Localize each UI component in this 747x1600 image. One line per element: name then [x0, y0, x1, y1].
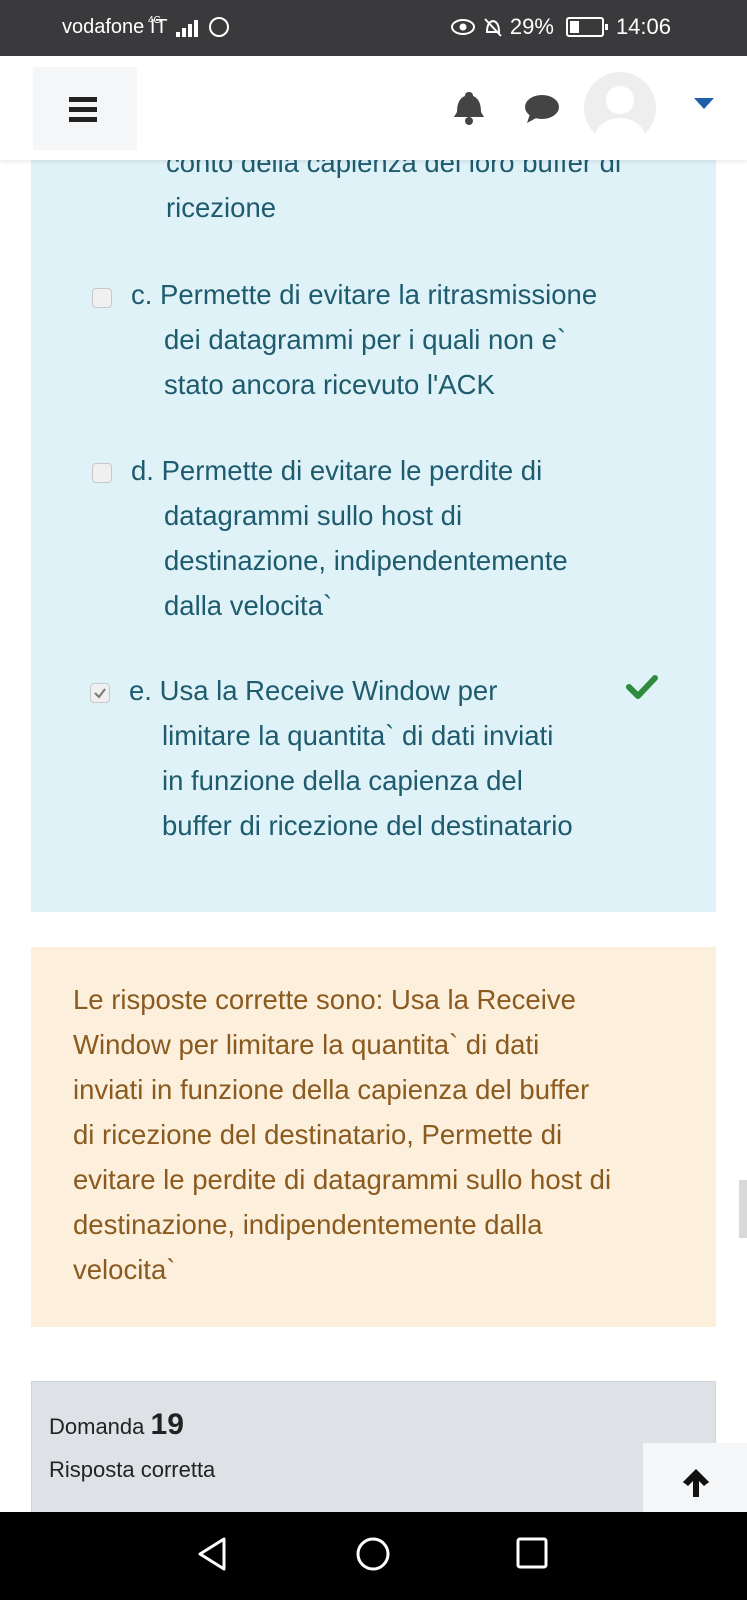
question-number-label: Domanda 19 [49, 1408, 184, 1441]
clock: 14:06 [615, 14, 671, 39]
option-c-checkbox[interactable] [92, 288, 112, 308]
chat-icon[interactable] [524, 94, 560, 124]
recents-icon[interactable] [515, 1536, 549, 1570]
user-avatar-icon[interactable] [584, 72, 656, 144]
battery-percent: 29% [509, 14, 554, 39]
correct-answer-feedback: Le risposte corrette sono: Usa la Receiv… [31, 947, 716, 1327]
answer-options-panel: conto della capienza del loro buffer di … [31, 147, 716, 912]
app-header [0, 56, 747, 160]
question-info-card: Domanda 19 Risposta corretta [31, 1381, 716, 1523]
question-status: Risposta corretta [49, 1457, 216, 1482]
back-to-top-button[interactable] [643, 1443, 747, 1521]
dropdown-caret-icon[interactable] [694, 98, 714, 110]
signal-icon [176, 20, 198, 37]
arrow-up-icon [683, 1469, 709, 1497]
home-icon[interactable] [355, 1536, 391, 1572]
bell-icon[interactable] [452, 90, 486, 126]
option-letter: d. [131, 455, 154, 486]
back-icon[interactable] [196, 1536, 228, 1572]
question-number: 19 [150, 1408, 184, 1441]
option-e-checkbox[interactable] [90, 683, 110, 703]
option-c[interactable]: c. Permette di evitare la ritrasmissione… [131, 272, 597, 407]
option-letter: e. [129, 675, 152, 706]
option-letter: c. [131, 279, 153, 310]
status-bar: vodafone IT 4G 29% 14:06 [0, 0, 747, 56]
checkbox-check-icon [94, 688, 106, 699]
mute-bell-icon [484, 18, 502, 37]
option-e[interactable]: e. Usa la Receive Window per limitare la… [129, 668, 573, 848]
option-d-checkbox[interactable] [92, 463, 112, 483]
system-nav-bar [0, 1512, 747, 1600]
option-d[interactable]: d. Permette di evitare le perdite di dat… [131, 448, 568, 628]
network-type: 4G [148, 15, 162, 26]
battery-icon [565, 17, 608, 37]
eye-icon [450, 19, 475, 35]
hamburger-menu-icon[interactable] [33, 67, 137, 150]
check-icon [626, 675, 658, 699]
whatsapp-icon [209, 17, 229, 37]
scroll-indicator[interactable] [739, 1180, 747, 1238]
